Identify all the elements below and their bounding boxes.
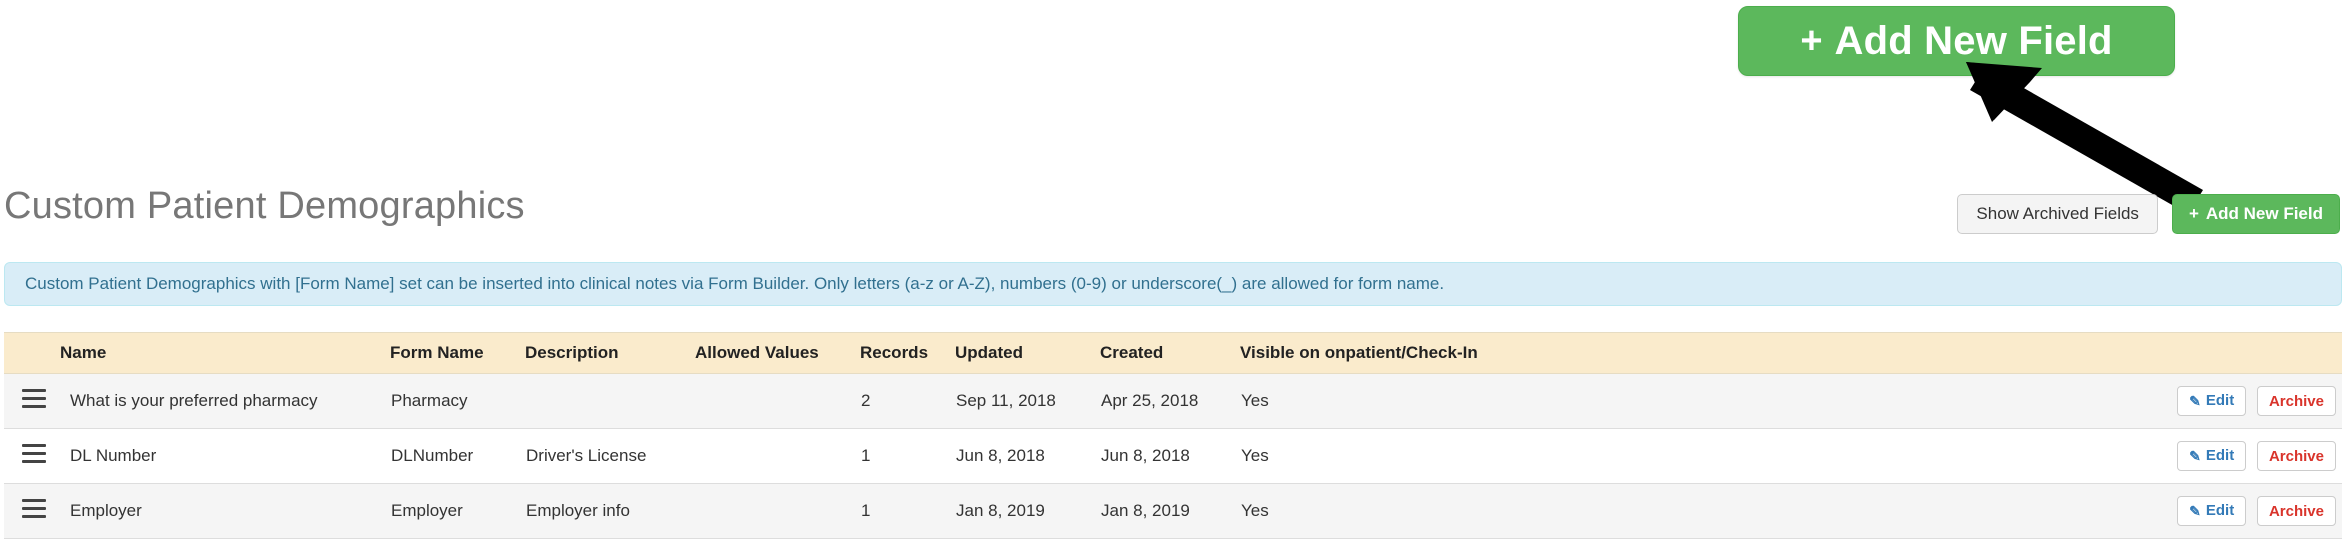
add-new-field-button[interactable]: + Add New Field	[2171, 194, 2340, 234]
add-new-field-label: Add New Field	[2205, 204, 2323, 223]
row-drag-handle-cell[interactable]	[4, 373, 60, 429]
column-header-updated: Updated	[955, 332, 1100, 374]
callout-add-new-field-label: Add New Field	[1834, 19, 2113, 63]
cell-created: Apr 25, 2018	[1100, 373, 1240, 429]
cell-records: 1	[860, 428, 955, 484]
cell-actions: ✎ Edit Archive	[1540, 428, 2342, 484]
cell-allowed-values	[695, 428, 860, 484]
edit-label: Edit	[2205, 392, 2235, 410]
callout-add-new-field-button[interactable]: + Add New Field	[1738, 6, 2175, 76]
archive-button[interactable]: Archive	[2256, 496, 2336, 527]
row-drag-handle-cell[interactable]	[4, 483, 60, 539]
archive-label: Archive	[2268, 502, 2324, 520]
edit-button[interactable]: ✎ Edit	[2177, 440, 2247, 471]
column-header-visible: Visible on onpatient/Check-In	[1240, 332, 1540, 374]
page-header: Custom Patient Demographics Show Archive…	[0, 180, 2346, 248]
archive-label: Archive	[2268, 447, 2324, 465]
column-header-description: Description	[525, 332, 695, 374]
cell-updated: Jun 8, 2018	[955, 428, 1100, 484]
cell-description: Driver's License	[525, 428, 695, 484]
cell-visible: Yes	[1240, 483, 1540, 539]
cell-name: What is your preferred pharmacy	[60, 373, 390, 429]
column-header-allowed-values: Allowed Values	[695, 332, 860, 374]
column-header-actions	[1540, 332, 2342, 374]
archive-button[interactable]: Archive	[2256, 386, 2336, 417]
table-body: What is your preferred pharmacy Pharmacy…	[4, 373, 2342, 539]
plus-icon: +	[2188, 204, 2199, 223]
archive-label: Archive	[2268, 392, 2324, 410]
archive-button[interactable]: Archive	[2256, 441, 2336, 472]
header-actions: Show Archived Fields + Add New Field	[1957, 194, 2340, 234]
column-header-created: Created	[1100, 332, 1240, 374]
pencil-icon: ✎	[2189, 447, 2201, 464]
cell-form-name: Employer	[390, 483, 525, 539]
table-header-row: Name Form Name Description Allowed Value…	[4, 332, 2342, 374]
table-row: Employer Employer Employer info 1 Jan 8,…	[4, 483, 2342, 539]
cell-records: 1	[860, 483, 955, 539]
pencil-icon: ✎	[2189, 502, 2201, 519]
plus-icon: +	[1800, 20, 1823, 62]
cell-created: Jan 8, 2019	[1100, 483, 1240, 539]
custom-fields-table: Name Form Name Description Allowed Value…	[4, 332, 2342, 539]
info-alert-text: Custom Patient Demographics with [Form N…	[25, 274, 1445, 293]
edit-label: Edit	[2205, 447, 2235, 465]
cell-actions: ✎ Edit Archive	[1540, 373, 2342, 429]
info-alert: Custom Patient Demographics with [Form N…	[4, 262, 2342, 306]
cell-name: DL Number	[60, 428, 390, 484]
column-header-handle	[4, 332, 60, 374]
row-drag-handle-cell[interactable]	[4, 428, 60, 484]
drag-handle-icon[interactable]	[22, 444, 46, 463]
edit-button[interactable]: ✎ Edit	[2177, 495, 2247, 526]
page-title: Custom Patient Demographics	[4, 185, 525, 227]
cell-visible: Yes	[1240, 428, 1540, 484]
cell-records: 2	[860, 373, 955, 429]
cell-form-name: DLNumber	[390, 428, 525, 484]
cell-description: Employer info	[525, 483, 695, 539]
drag-handle-icon[interactable]	[22, 389, 46, 408]
pencil-icon: ✎	[2189, 392, 2201, 409]
column-header-name: Name	[60, 332, 390, 374]
show-archived-fields-label: Show Archived Fields	[1976, 204, 2139, 223]
cell-allowed-values	[695, 373, 860, 429]
cell-description	[525, 373, 695, 429]
cell-allowed-values	[695, 483, 860, 539]
column-header-form-name: Form Name	[390, 332, 525, 374]
cell-form-name: Pharmacy	[390, 373, 525, 429]
table-header: Name Form Name Description Allowed Value…	[4, 332, 2342, 374]
cell-visible: Yes	[1240, 373, 1540, 429]
table-row: DL Number DLNumber Driver's License 1 Ju…	[4, 428, 2342, 484]
cell-updated: Sep 11, 2018	[955, 373, 1100, 429]
table-row: What is your preferred pharmacy Pharmacy…	[4, 373, 2342, 429]
edit-label: Edit	[2205, 502, 2235, 520]
edit-button[interactable]: ✎ Edit	[2177, 385, 2247, 416]
cell-created: Jun 8, 2018	[1100, 428, 1240, 484]
drag-handle-icon[interactable]	[22, 499, 46, 518]
cell-updated: Jan 8, 2019	[955, 483, 1100, 539]
column-header-records: Records	[860, 332, 955, 374]
cell-actions: ✎ Edit Archive	[1540, 483, 2342, 539]
cell-name: Employer	[60, 483, 390, 539]
show-archived-fields-button[interactable]: Show Archived Fields	[1957, 194, 2158, 234]
